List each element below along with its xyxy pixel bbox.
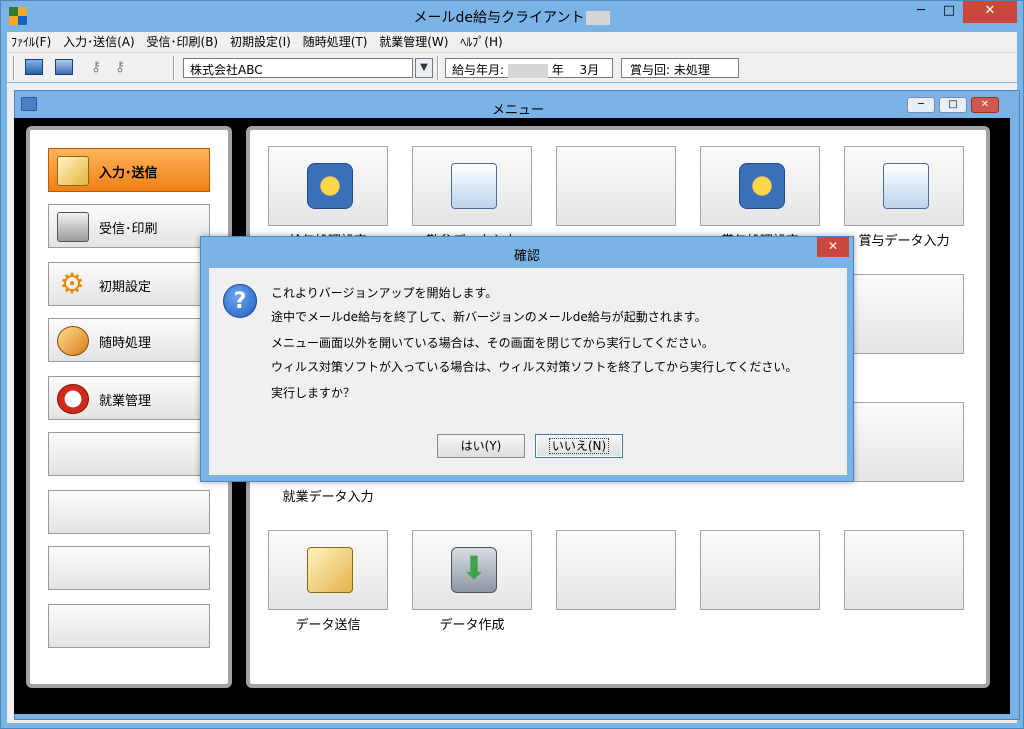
sidebar-item-receive-print[interactable]: 受信･印刷 (48, 204, 210, 248)
mdi-minimize-button[interactable]: ─ (907, 97, 935, 113)
sidebar-item-empty[interactable] (48, 490, 210, 534)
maximize-button[interactable]: □ (935, 1, 963, 23)
tile-label: 就業データ入力 (282, 490, 374, 505)
monitor-icon[interactable] (25, 59, 43, 75)
dialog-message-line: メニュー画面以外を開いている場合は、その画面を閉じてから実行してください。 (271, 336, 714, 350)
envelope-icon (57, 156, 89, 186)
toolbar-separator (437, 56, 439, 80)
tile-pay-settings[interactable] (268, 146, 388, 226)
sidebar-item-initial-settings[interactable]: ⚙ 初期設定 (48, 262, 210, 306)
toolbar-separator (13, 56, 15, 80)
clock-icon (57, 384, 89, 414)
menu-bar: ﾌｧｲﾙ(F) 入力･送信(A) 受信･印刷(B) 初期設定(I) 随時処理(T… (7, 32, 1017, 52)
document-edit-icon (883, 163, 929, 209)
download-icon: ⬇ (451, 547, 497, 593)
image-icon[interactable] (55, 59, 73, 75)
tile-data-create[interactable]: ⬇ (412, 530, 532, 610)
menu-file[interactable]: ﾌｧｲﾙ(F) (7, 32, 55, 52)
tile-empty[interactable] (844, 274, 964, 354)
tile-empty[interactable] (556, 530, 676, 610)
menu-receive-print[interactable]: 受信･印刷(B) (143, 32, 223, 52)
gear-window-icon (307, 163, 353, 209)
dialog-message-line: 途中でメールde給与を終了して、新バージョンのメールde給与が起動されます。 (271, 310, 707, 324)
gear-icon: ⚙ (59, 267, 85, 300)
bonus-round: 賞与回: 未処理 (621, 58, 739, 78)
dialog-title: 確認 (513, 249, 540, 264)
sidebar-item-work-management[interactable]: 就業管理 (48, 376, 210, 420)
gear-window-icon (739, 163, 785, 209)
menu-work-management[interactable]: 就業管理(W) (375, 32, 452, 52)
menu-window-title: メニュー (491, 103, 544, 118)
company-select[interactable]: 株式会社ABC (183, 58, 413, 78)
tile-label: データ作成 (439, 618, 505, 633)
tile-empty[interactable] (556, 146, 676, 226)
confirm-dialog: 確認 ✕ ? これよりバージョンアップを開始します。 途中でメールde給与を終了… (200, 236, 854, 482)
mdi-maximize-button[interactable]: □ (939, 97, 967, 113)
toolbar: ⚷ ⚷ 株式会社ABC ▼ 給与年月: 年 3月 賞与回: 未処理 (7, 52, 1017, 82)
yes-button[interactable]: はい(Y) (437, 434, 525, 458)
tile-bonus-input[interactable] (844, 146, 964, 226)
tile-label: データ送信 (295, 618, 361, 633)
tile-empty[interactable] (844, 530, 964, 610)
dialog-message-line: ウィルス対策ソフトが入っている場合は、ウィルス対策ソフトを終了してから実行してく… (271, 360, 798, 374)
sidebar-item-empty[interactable] (48, 432, 210, 476)
sidebar-item-empty[interactable] (48, 604, 210, 648)
tile-empty[interactable] (700, 530, 820, 610)
menu-initial-settings[interactable]: 初期設定(I) (226, 32, 295, 52)
dialog-message-line: これよりバージョンアップを開始します。 (271, 286, 498, 300)
document-edit-icon (451, 163, 497, 209)
chevron-down-icon[interactable]: ▼ (415, 58, 433, 78)
printer-icon (57, 212, 89, 242)
tile-data-send[interactable] (268, 530, 388, 610)
title-bar: メールde給与クライアント ─ □ ✕ (1, 1, 1023, 32)
sidebar-item-adhoc[interactable]: 随時処理 (48, 318, 210, 362)
dialog-body: ? これよりバージョンアップを開始します。 途中でメールde給与を終了して、新バ… (209, 268, 847, 475)
toolbar-separator (173, 56, 175, 80)
no-button[interactable]: いいえ(N) (535, 434, 623, 458)
dialog-close-button[interactable]: ✕ (817, 237, 849, 257)
menu-input-send[interactable]: 入力･送信(A) (59, 32, 139, 52)
tile-empty[interactable] (844, 402, 964, 482)
sidebar-item-empty[interactable] (48, 546, 210, 590)
tools-icon (57, 326, 89, 356)
tile-label: 賞与データ入力 (858, 234, 950, 249)
mail-send-icon (307, 547, 353, 593)
tile-attendance-input[interactable] (412, 146, 532, 226)
key-icon[interactable]: ⚷ (91, 59, 109, 75)
menu-help[interactable]: ﾍﾙﾌﾟ(H) (456, 32, 506, 52)
mdi-close-button[interactable]: ✕ (971, 97, 999, 113)
close-button[interactable]: ✕ (963, 1, 1017, 23)
minimize-button[interactable]: ─ (907, 1, 935, 23)
dialog-message-line: 実行しますか？ (271, 386, 356, 400)
window-title: メールde給与クライアント (1, 7, 1023, 27)
pay-year-month: 給与年月: 年 3月 (445, 58, 613, 78)
question-icon: ? (223, 284, 257, 318)
menu-adhoc[interactable]: 随時処理(T) (299, 32, 372, 52)
sidebar-item-input-send[interactable]: 入力･送信 (48, 148, 210, 192)
key-icon-2[interactable]: ⚷ (115, 59, 133, 75)
tile-bonus-settings[interactable] (700, 146, 820, 226)
